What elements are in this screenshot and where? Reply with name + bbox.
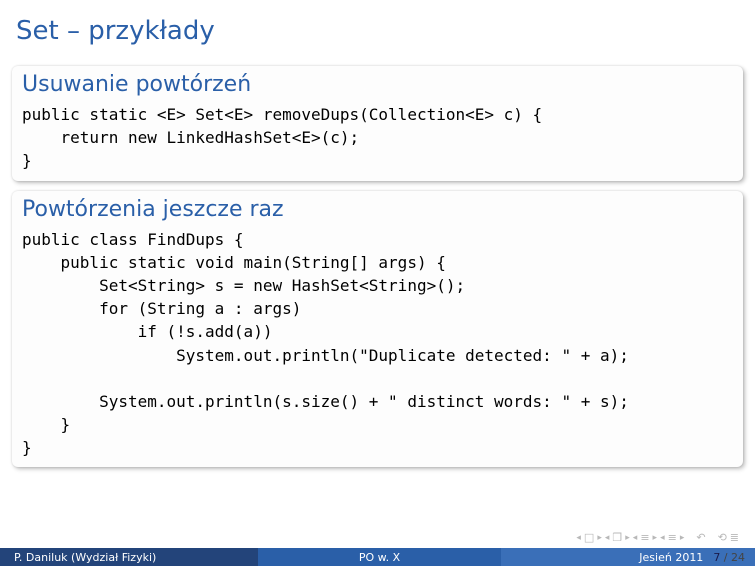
- code-find-dups: public class FindDups { public static vo…: [22, 228, 733, 460]
- nav-frame-next-icon[interactable]: ▸: [625, 533, 630, 543]
- block-remove-dups: Usuwanie powtórzeń public static <E> Set…: [12, 66, 743, 181]
- block-body-1: public static <E> Set<E> removeDups(Coll…: [12, 99, 743, 181]
- slide-title: Set – przykłady: [0, 0, 755, 60]
- page-sep: /: [720, 551, 731, 564]
- nav-first-icon[interactable]: □: [584, 531, 594, 544]
- nav-section-prev-icon[interactable]: ◂: [660, 533, 665, 543]
- nav-frame-icon[interactable]: ❐: [612, 531, 622, 544]
- page-total: 24: [731, 551, 745, 564]
- footer-term: Jesień 2011: [639, 551, 703, 564]
- code-remove-dups: public static <E> Set<E> removeDups(Coll…: [22, 103, 733, 173]
- nav-first-prev-icon[interactable]: ◂: [576, 533, 581, 543]
- footer-course: PO w. X: [258, 548, 502, 566]
- nav-frame-prev-icon[interactable]: ◂: [605, 533, 610, 543]
- nav-subsection-icon[interactable]: ≡: [640, 531, 649, 544]
- nav-back-icon[interactable]: ↶: [696, 531, 705, 544]
- nav-first-next-icon[interactable]: ▸: [597, 533, 602, 543]
- footer-author: P. Daniluk (Wydział Fizyki): [0, 548, 258, 566]
- block-title-2: Powtórzenia jeszcze raz: [12, 191, 743, 224]
- nav-subsection-next-icon[interactable]: ▸: [653, 533, 658, 543]
- block-body-2: public class FindDups { public static vo…: [12, 224, 743, 468]
- nav-subsection-prev-icon[interactable]: ◂: [633, 533, 638, 543]
- footer: ◂ □ ▸ ◂ ❐ ▸ ◂ ≡ ▸ ◂ ≡ ▸ ↶ ⟲ ≣ P. Daniluk…: [0, 531, 755, 566]
- footer-bar: P. Daniluk (Wydział Fizyki) PO w. X Jesi…: [0, 548, 755, 566]
- nav-end-icon[interactable]: ≣: [730, 531, 739, 544]
- nav-section-icon[interactable]: ≡: [668, 531, 677, 544]
- footer-right: Jesień 2011 7 / 24: [501, 548, 755, 566]
- block-find-dups: Powtórzenia jeszcze raz public class Fin…: [12, 191, 743, 468]
- footer-page: 7 / 24: [713, 551, 745, 564]
- nav-icons: ◂ □ ▸ ◂ ❐ ▸ ◂ ≡ ▸ ◂ ≡ ▸ ↶ ⟲ ≣: [0, 531, 755, 548]
- nav-undo-icon[interactable]: ⟲: [718, 531, 727, 544]
- block-title-1: Usuwanie powtórzeń: [12, 66, 743, 99]
- nav-section-next-icon[interactable]: ▸: [680, 533, 685, 543]
